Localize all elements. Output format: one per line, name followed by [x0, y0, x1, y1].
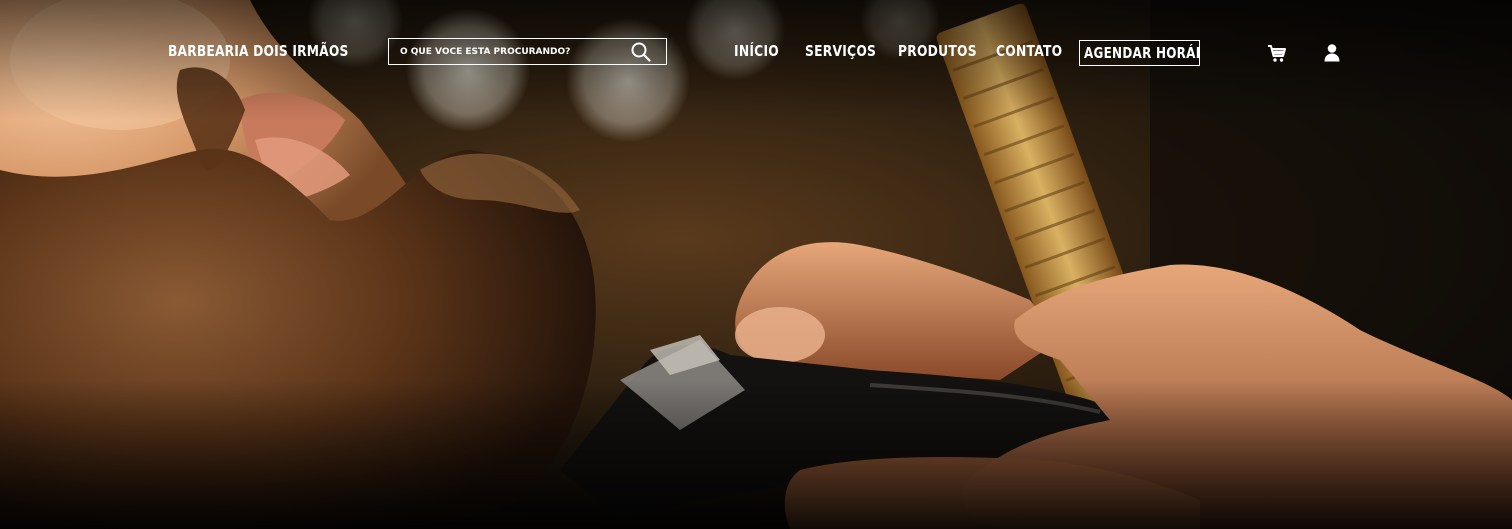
cart-icon[interactable]: [1266, 42, 1288, 64]
search-icon[interactable]: [630, 41, 652, 63]
schedule-appointment-label: AGENDAR HORÁRIO: [1084, 44, 1199, 62]
nav-item-produtos[interactable]: PRODUTOS: [898, 42, 977, 60]
user-icon[interactable]: [1321, 42, 1343, 64]
search-input[interactable]: [389, 39, 619, 64]
nav-item-inicio[interactable]: INÍCIO: [734, 42, 779, 60]
nav-item-servicos[interactable]: SERVIÇOS: [805, 42, 876, 60]
nav-item-contato[interactable]: CONTATO: [996, 42, 1062, 60]
top-navbar: BARBEARIA DOIS IRMÃOS INÍCIO SERVIÇOS PR…: [0, 0, 1512, 105]
search-box: [388, 38, 667, 65]
schedule-appointment-button[interactable]: AGENDAR HORÁRIO: [1079, 40, 1200, 66]
brand-logo-text[interactable]: BARBEARIA DOIS IRMÃOS: [168, 42, 348, 60]
